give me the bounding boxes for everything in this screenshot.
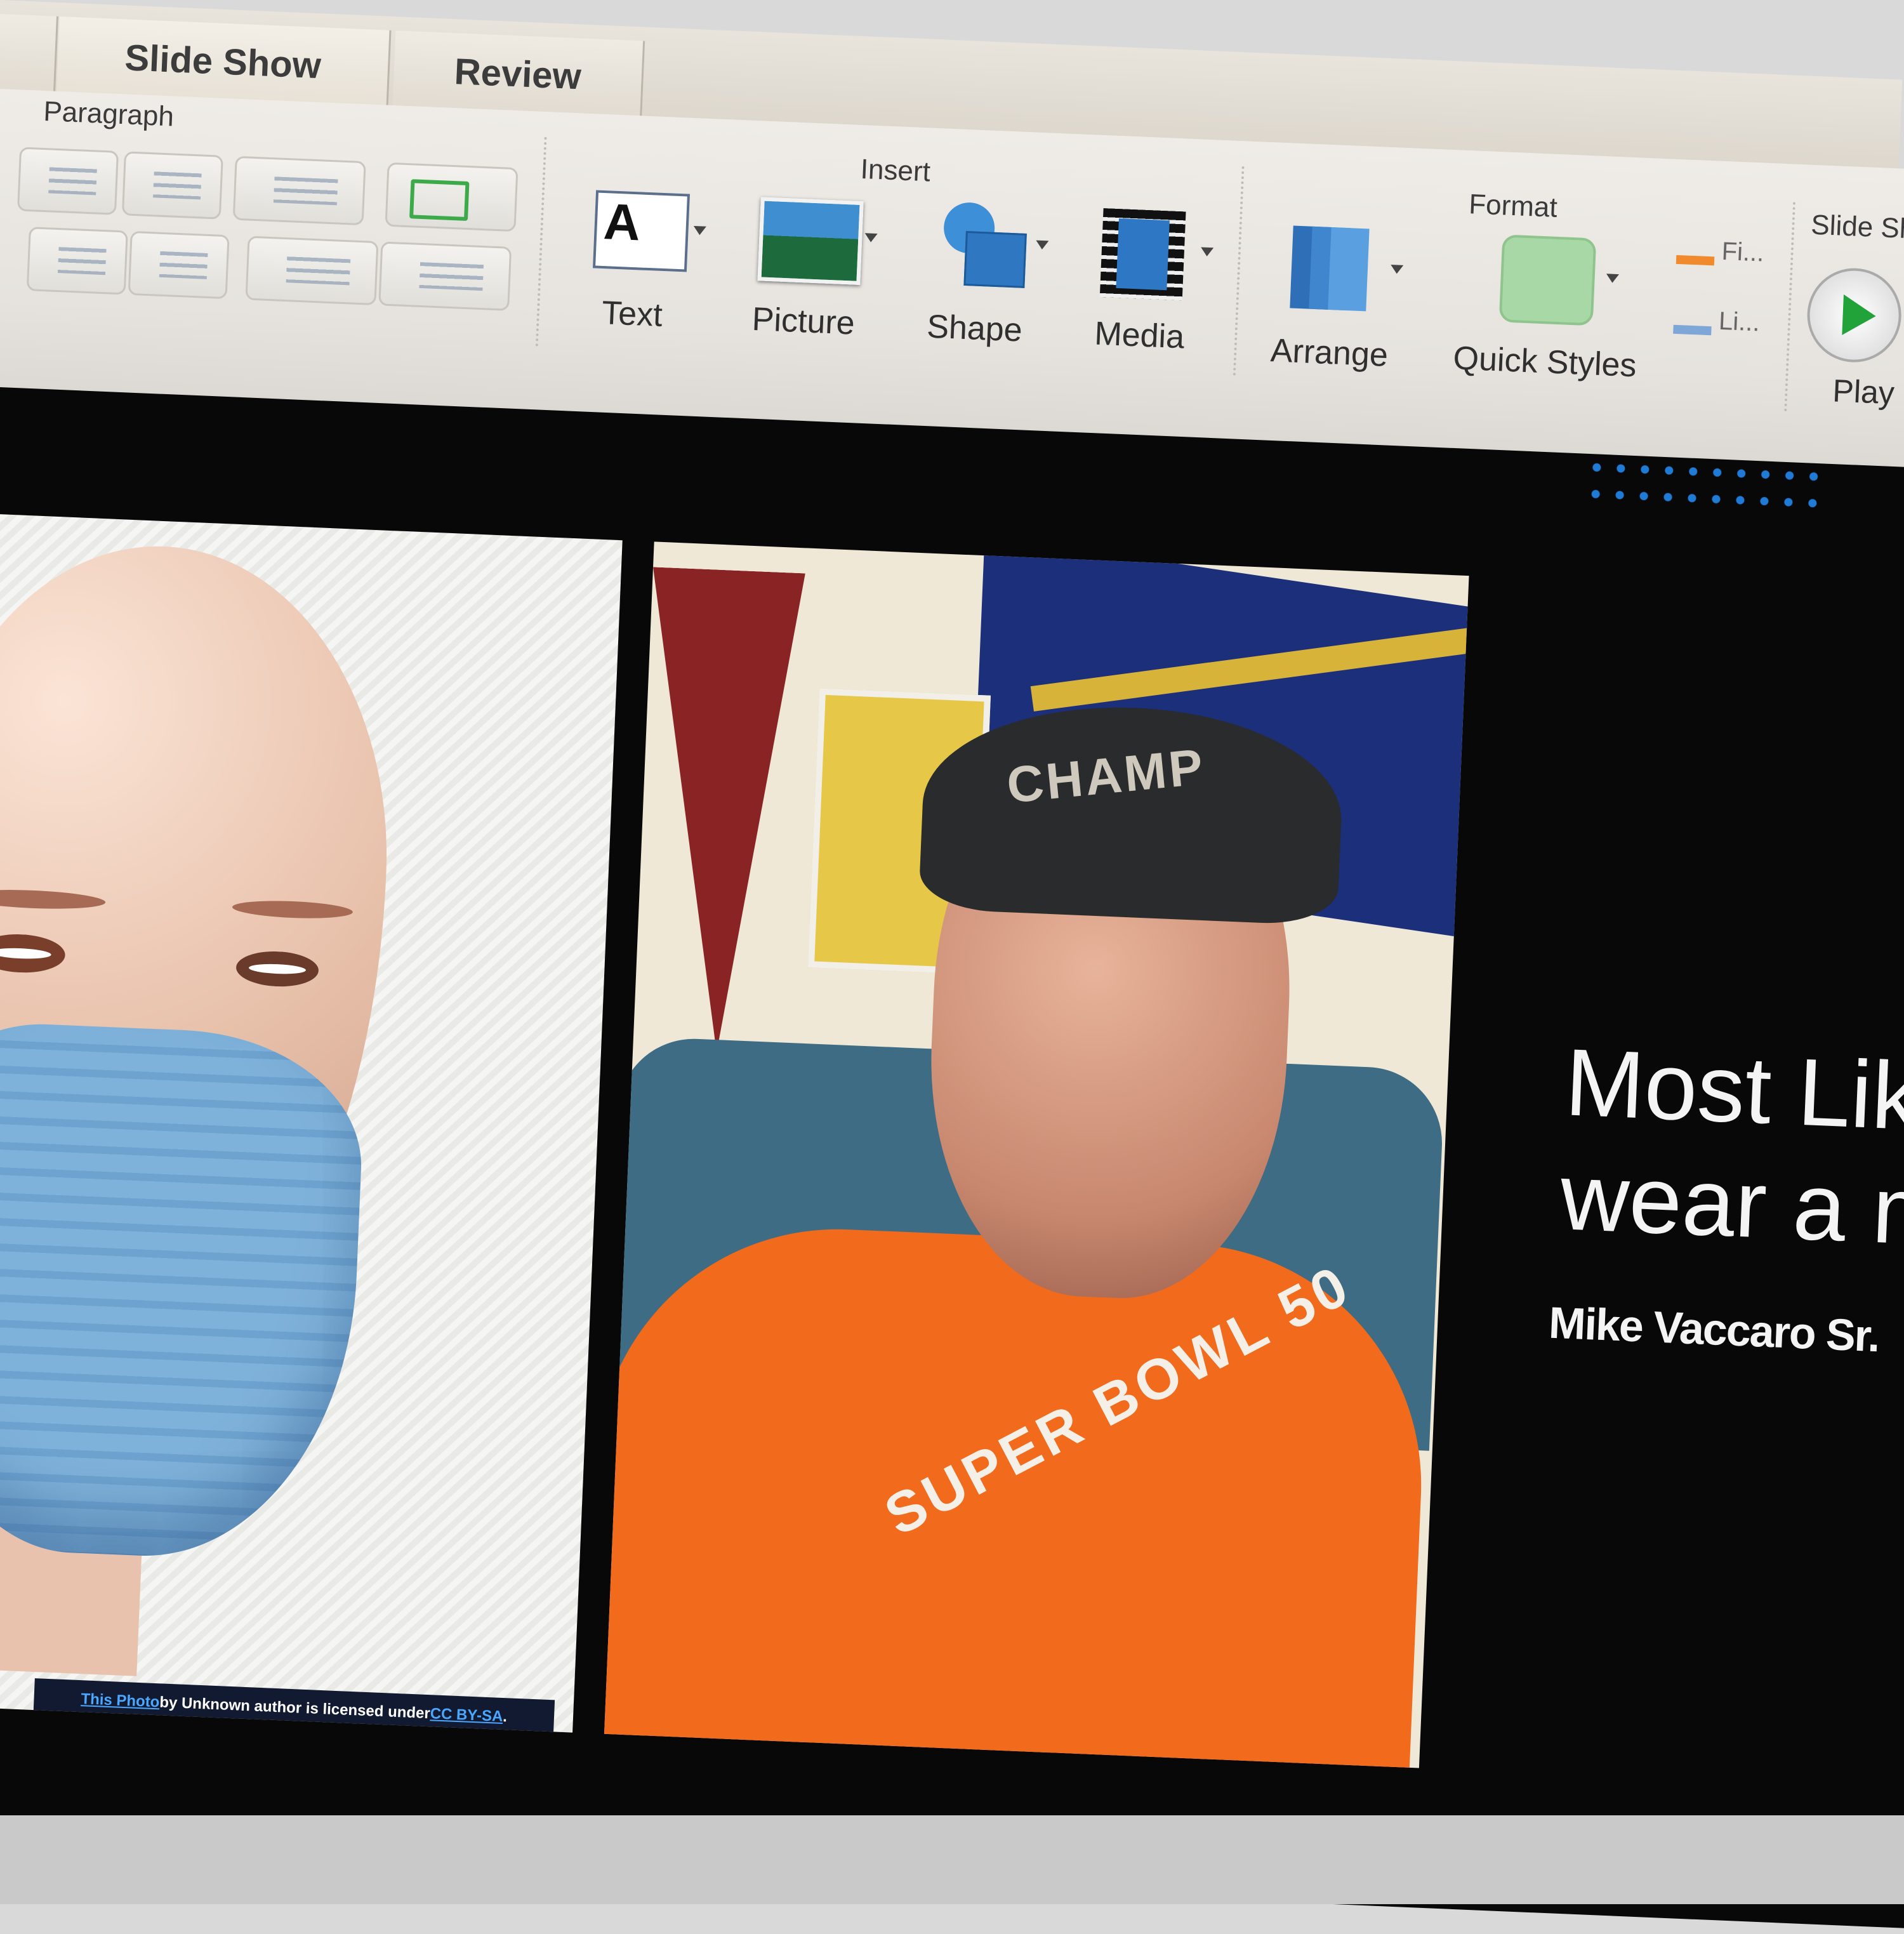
tab-previous[interactable] — [0, 13, 58, 93]
picture-icon — [757, 194, 878, 286]
line-icon — [1673, 324, 1712, 336]
shape-fill-label: Fi... — [1721, 237, 1765, 267]
insert-shape-label: Shape — [926, 308, 1023, 349]
fill-icon — [1676, 255, 1715, 266]
slide-title-line-1: Most Lik — [1563, 1028, 1904, 1150]
play-icon — [1842, 294, 1877, 337]
surgical-mask — [0, 1018, 367, 1565]
license-link[interactable]: CC BY-SA — [430, 1705, 503, 1726]
align-text-button[interactable] — [378, 241, 512, 311]
insert-text-button[interactable]: A Text — [562, 186, 707, 336]
quick-styles-label: Quick Styles — [1452, 340, 1637, 385]
text-box-icon: A — [586, 187, 706, 273]
columns-button[interactable] — [385, 162, 519, 232]
group-title-paragraph: Paragraph — [43, 95, 175, 133]
arrange-label: Arrange — [1269, 332, 1389, 374]
decorative-dots — [1583, 453, 1827, 521]
arrange-button[interactable]: Arrange — [1259, 225, 1404, 375]
slide-title[interactable]: Most Lik wear a m — [1558, 1024, 1904, 1274]
insert-media-label: Media — [1094, 315, 1186, 356]
photo-attribution: This Photo by Unknown author is licensed… — [33, 1678, 555, 1733]
decrease-indent-button[interactable] — [17, 147, 119, 215]
insert-picture-label: Picture — [751, 300, 856, 342]
shape-fill-button[interactable]: Fi... — [1675, 235, 1778, 291]
media-icon — [1094, 208, 1214, 301]
play-button[interactable] — [1805, 266, 1903, 364]
quick-styles-button[interactable]: Quick Styles — [1449, 232, 1645, 385]
shape-line-button[interactable]: Li... — [1672, 305, 1776, 361]
arrange-icon — [1283, 225, 1404, 312]
shape-line-label: Li... — [1718, 307, 1761, 337]
insert-shape-button[interactable]: Shape — [904, 200, 1049, 350]
insert-picture-button[interactable]: Picture — [733, 193, 878, 343]
quick-styles-icon — [1498, 234, 1620, 326]
distribute-button[interactable] — [128, 230, 230, 300]
justify-button[interactable] — [26, 227, 128, 295]
photo-link[interactable]: This Photo — [81, 1690, 160, 1711]
slide-title-line-2: wear a m — [1558, 1143, 1904, 1266]
tab-review[interactable]: Review — [392, 30, 645, 117]
attribution-end: . — [502, 1708, 508, 1726]
group-title-insert: Insert — [859, 153, 931, 188]
play-label: Play — [1832, 373, 1895, 411]
text-direction-button[interactable] — [245, 235, 379, 306]
increase-indent-button[interactable] — [121, 151, 223, 220]
shape-icon — [929, 201, 1049, 288]
line-spacing-button[interactable] — [232, 156, 366, 226]
slide-canvas[interactable]: This Photo by Unknown author is licensed… — [0, 387, 1904, 1928]
group-separator — [535, 136, 547, 347]
slide-author[interactable]: Mike Vaccaro Sr. — [1548, 1297, 1880, 1362]
group-title-slide-show: Slide Sh — [1810, 209, 1904, 245]
insert-text-label: Text — [601, 295, 663, 334]
group-separator — [1233, 166, 1245, 376]
pennant — [633, 567, 805, 1055]
group-separator — [1784, 202, 1796, 412]
person-photo[interactable]: CHAMP SUPER BOWL 50 — [604, 541, 1469, 1768]
insert-media-button[interactable]: Media — [1069, 207, 1214, 357]
window-bottom — [0, 1815, 1904, 1904]
group-title-format: Format — [1468, 189, 1558, 223]
mask-photo[interactable]: This Photo by Unknown author is licensed… — [0, 513, 623, 1733]
attribution-text: by Unknown author is licensed under — [159, 1693, 431, 1723]
